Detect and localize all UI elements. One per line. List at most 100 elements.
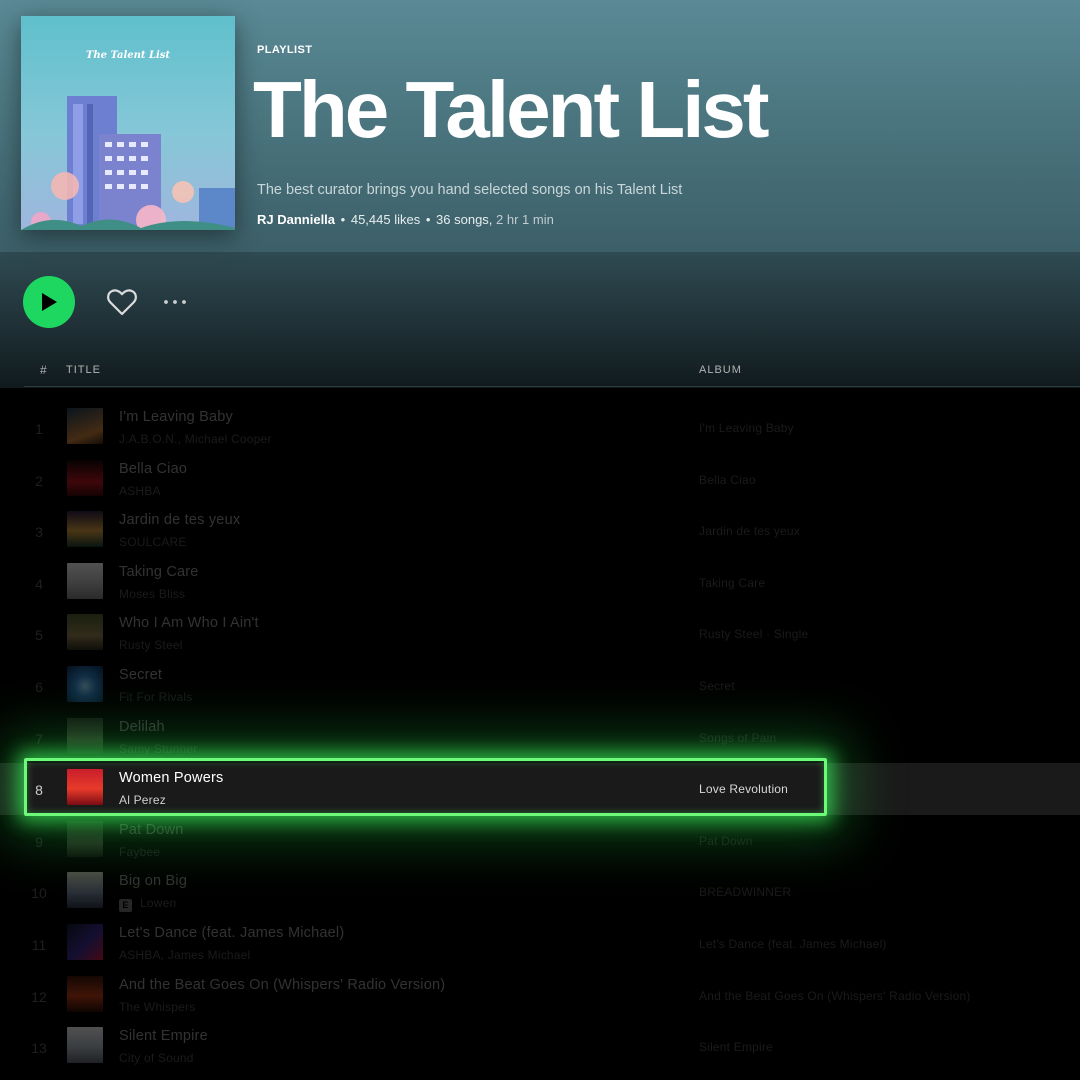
track-artist[interactable]: Samy Stunner xyxy=(119,742,197,756)
header-divider xyxy=(24,386,1080,387)
track-artwork xyxy=(67,975,103,1012)
track-album[interactable]: Silent Empire xyxy=(699,1040,773,1054)
track-album[interactable]: Love Revolution xyxy=(699,782,788,796)
track-album[interactable]: Taking Care xyxy=(699,576,765,590)
playlist-likes: 45,445 likes xyxy=(350,212,421,227)
track-number: 8 xyxy=(35,782,43,799)
track-album[interactable]: I'm Leaving Baby xyxy=(699,421,794,435)
track-title[interactable]: Pat Down xyxy=(119,822,183,838)
more-options-button[interactable] xyxy=(160,291,192,313)
track-artist-name[interactable]: Lowen xyxy=(140,896,176,910)
track-artist[interactable]: ASHBA xyxy=(119,484,161,498)
track-number: 12 xyxy=(31,988,47,1005)
track-artist[interactable]: J.A.B.O.N., Michael Cooper xyxy=(119,432,272,446)
track-title[interactable]: Taking Care xyxy=(119,564,199,580)
track-artist[interactable]: ASHBA, James Michael xyxy=(119,948,250,962)
track-album[interactable]: Pat Down xyxy=(699,834,753,848)
track-number: 11 xyxy=(31,936,47,953)
track-number: 2 xyxy=(35,472,43,489)
track-title[interactable]: I'm Leaving Baby xyxy=(119,409,233,425)
track-artwork xyxy=(67,923,103,960)
column-header-title[interactable]: TITLE xyxy=(66,364,101,376)
track-number: 10 xyxy=(31,885,47,902)
playlist-song-count: 36 songs, xyxy=(436,212,493,227)
controls-bar xyxy=(0,252,1080,388)
explicit-badge: E xyxy=(119,899,132,913)
track-number: 4 xyxy=(35,575,43,592)
track-artwork xyxy=(67,511,103,548)
track-artist[interactable]: Fit For Rivals xyxy=(119,690,192,704)
track-row[interactable]: 10 Big on Big E Lowen BREADWINNER xyxy=(0,866,1080,918)
track-artwork xyxy=(67,820,103,857)
track-row[interactable]: 12 And the Beat Goes On (Whispers' Radio… xyxy=(0,970,1080,1022)
track-title[interactable]: Jardin de tes yeux xyxy=(119,512,240,528)
track-row[interactable]: 2 Bella Ciao ASHBA Bella Ciao xyxy=(0,454,1080,506)
track-title[interactable]: Delilah xyxy=(119,719,165,735)
like-button[interactable] xyxy=(106,287,138,317)
track-title[interactable]: Let's Dance (feat. James Michael) xyxy=(119,925,344,941)
track-title[interactable]: Big on Big xyxy=(119,873,187,889)
track-title[interactable]: Bella Ciao xyxy=(119,461,187,477)
track-album[interactable]: Secret xyxy=(699,679,735,693)
track-artist[interactable]: Faybee xyxy=(119,845,160,859)
track-artwork xyxy=(67,872,103,909)
track-album[interactable]: Let's Dance (feat. James Michael) xyxy=(699,937,887,951)
track-title[interactable]: Secret xyxy=(119,667,162,683)
track-artist: E Lowen xyxy=(119,896,176,913)
track-artist[interactable]: SOULCARE xyxy=(119,535,187,549)
track-artist[interactable]: City of Sound xyxy=(119,1051,194,1065)
track-title[interactable]: Women Powers xyxy=(119,770,223,786)
track-number: 7 xyxy=(35,730,43,747)
track-row[interactable]: 4 Taking Care Moses Bliss Taking Care xyxy=(0,557,1080,609)
track-row[interactable]: 11 Let's Dance (feat. James Michael) ASH… xyxy=(0,918,1080,970)
track-artwork xyxy=(67,459,103,496)
track-number: 3 xyxy=(35,524,43,541)
track-row-selected[interactable]: 8 Women Powers Al Perez Love Revolution xyxy=(0,763,1080,815)
page-title: The Talent List xyxy=(253,65,770,154)
meta-separator: • xyxy=(340,212,346,227)
playlist-cover[interactable]: The Talent List xyxy=(21,16,235,230)
playlist-description: The best curator brings you hand selecte… xyxy=(257,182,683,198)
track-artwork xyxy=(67,665,103,702)
track-artist[interactable]: Al Perez xyxy=(119,793,166,807)
track-row[interactable]: 6 Secret Fit For Rivals Secret xyxy=(0,660,1080,712)
playlist-owner-link[interactable]: RJ Danniella xyxy=(257,212,335,227)
track-row[interactable]: 1 I'm Leaving Baby J.A.B.O.N., Michael C… xyxy=(0,402,1080,454)
track-artwork xyxy=(67,1027,103,1064)
more-icon xyxy=(164,300,186,304)
track-artist[interactable]: Moses Bliss xyxy=(119,587,185,601)
track-album[interactable]: And the Beat Goes On (Whispers' Radio Ve… xyxy=(699,989,971,1003)
track-title[interactable]: Silent Empire xyxy=(119,1028,208,1044)
playlist-duration: 2 hr 1 min xyxy=(496,212,554,227)
column-header-album[interactable]: ALBUM xyxy=(699,364,742,376)
track-row[interactable]: 7 Delilah Samy Stunner Songs of Pain xyxy=(0,712,1080,764)
track-list: 1 I'm Leaving Baby J.A.B.O.N., Michael C… xyxy=(0,402,1080,1073)
track-artwork xyxy=(67,717,103,754)
play-icon xyxy=(42,293,57,311)
track-title[interactable]: And the Beat Goes On (Whispers' Radio Ve… xyxy=(119,977,445,993)
track-album[interactable]: Songs of Pain xyxy=(699,731,776,745)
play-button[interactable] xyxy=(23,276,75,328)
track-row[interactable]: 3 Jardin de tes yeux SOULCARE Jardin de … xyxy=(0,505,1080,557)
track-title[interactable]: Who I Am Who I Ain't xyxy=(119,615,259,631)
column-header-number: # xyxy=(40,363,47,377)
track-artist[interactable]: Rusty Steel xyxy=(119,638,183,652)
track-number: 6 xyxy=(35,678,43,695)
track-artwork xyxy=(67,614,103,651)
track-album[interactable]: Jardin de tes yeux xyxy=(699,524,800,538)
track-row[interactable]: 13 Silent Empire City of Sound Silent Em… xyxy=(0,1021,1080,1073)
heart-icon xyxy=(107,289,137,316)
playlist-meta: RJ Danniella • 45,445 likes • 36 songs, … xyxy=(257,212,554,227)
track-album[interactable]: Rusty Steel · Single xyxy=(699,627,808,641)
cover-title: The Talent List xyxy=(85,50,171,61)
track-row[interactable]: 5 Who I Am Who I Ain't Rusty Steel Rusty… xyxy=(0,608,1080,660)
track-number: 13 xyxy=(31,1040,47,1057)
track-artwork xyxy=(67,562,103,599)
cover-art-illustration xyxy=(21,16,235,230)
track-number: 1 xyxy=(35,421,43,437)
track-artist[interactable]: The Whispers xyxy=(119,1000,195,1014)
track-row[interactable]: 9 Pat Down Faybee Pat Down xyxy=(0,815,1080,867)
track-album[interactable]: Bella Ciao xyxy=(699,473,756,487)
track-album[interactable]: BREADWINNER xyxy=(699,885,791,899)
track-number: 5 xyxy=(35,627,43,644)
